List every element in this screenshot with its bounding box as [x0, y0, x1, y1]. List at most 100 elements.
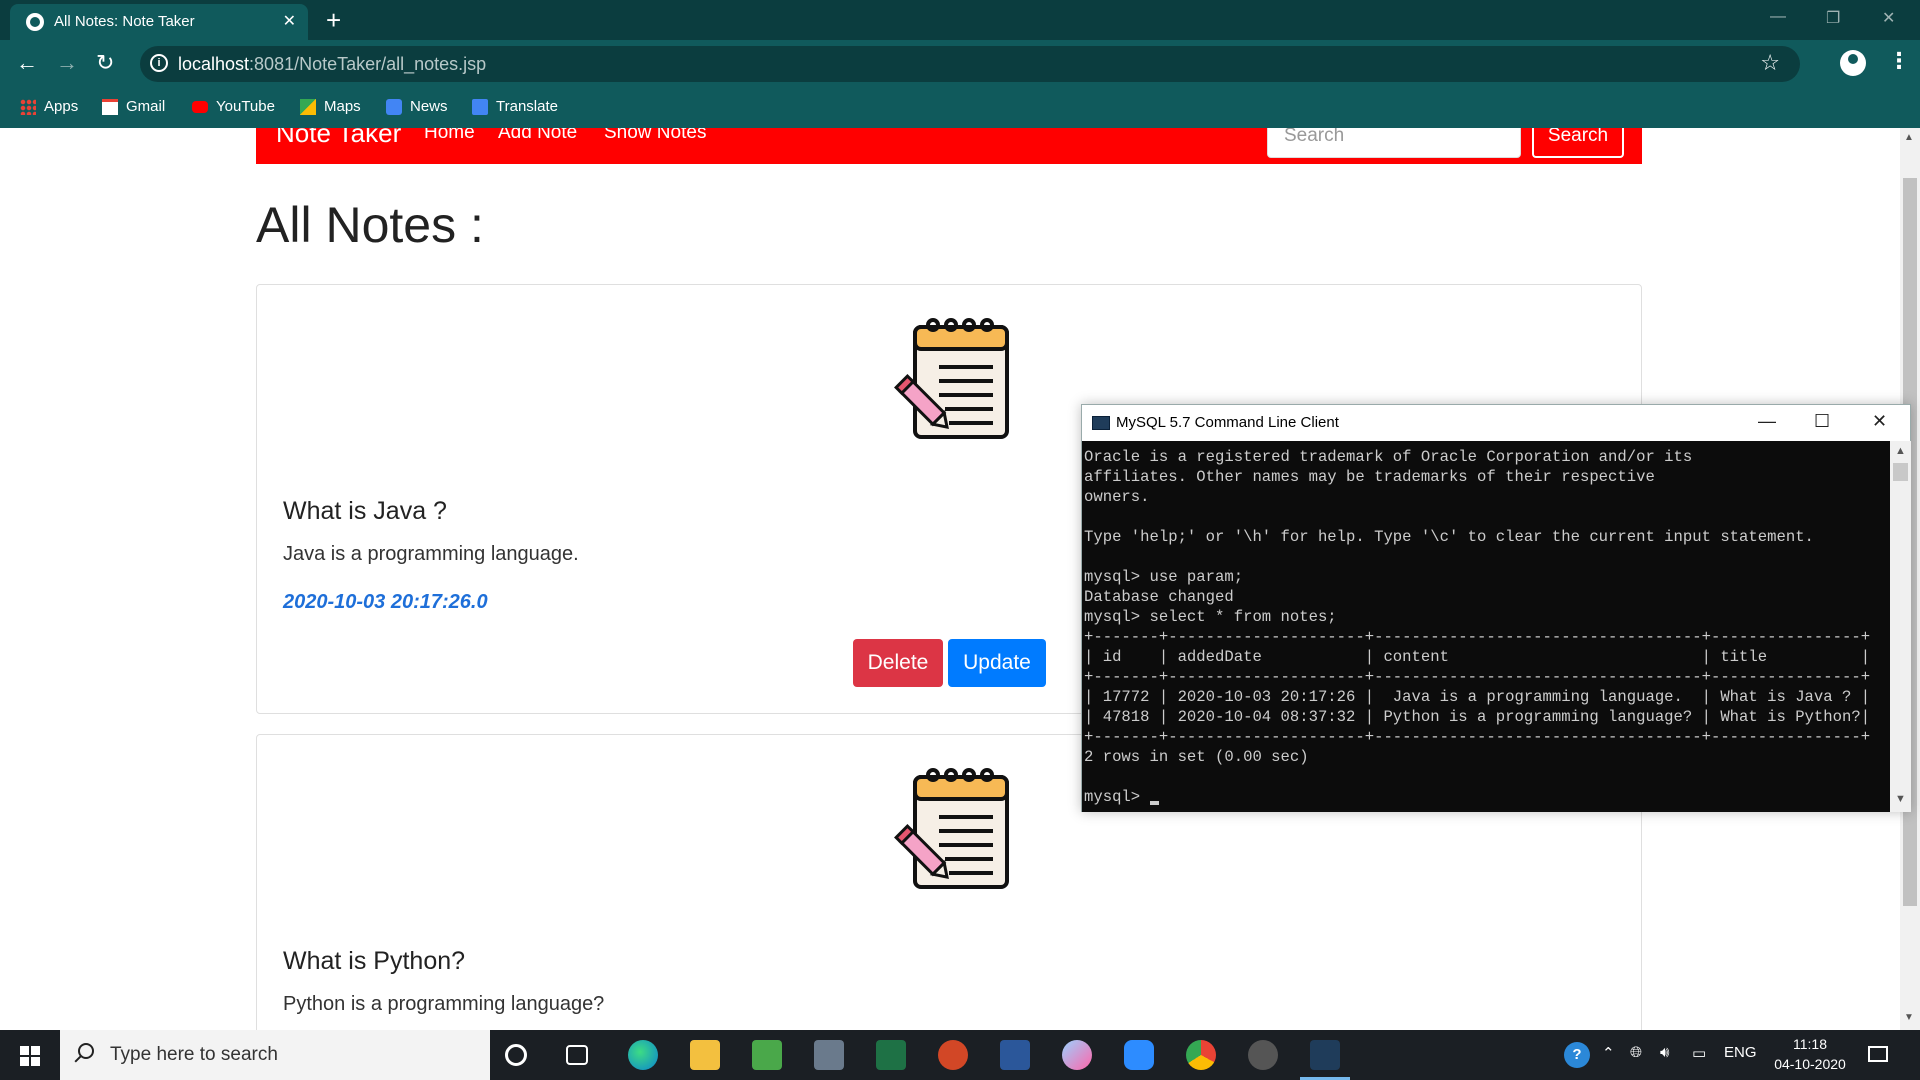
settings-gear-icon[interactable] [1248, 1040, 1278, 1070]
powerpoint-icon[interactable] [938, 1040, 968, 1070]
console-close-icon[interactable]: ✕ [1872, 411, 1887, 432]
notifications-icon[interactable] [1868, 1046, 1888, 1062]
system-clock[interactable]: 11:18 04-10-2020 [1760, 1034, 1860, 1074]
new-tab-icon[interactable]: + [326, 6, 341, 34]
bookmark-youtube[interactable]: YouTube [192, 98, 275, 115]
update-button[interactable]: Update [948, 639, 1046, 687]
bookmark-news[interactable]: News [386, 98, 448, 115]
url-host: localhost [178, 54, 250, 74]
bookmark-label: Gmail [126, 98, 166, 115]
chrome-icon[interactable] [1186, 1040, 1216, 1070]
mysql-console-window: MySQL 5.7 Command Line Client — ☐ ✕ Orac… [1081, 404, 1911, 812]
browser-menu-icon[interactable]: ⋮ [1888, 48, 1910, 74]
url-text[interactable]: localhost:8081/NoteTaker/all_notes.jsp [178, 54, 486, 75]
file-explorer-icon[interactable] [690, 1040, 720, 1070]
show-hidden-icons-icon[interactable]: ⌃ [1602, 1044, 1615, 1062]
site-info-icon[interactable]: i [150, 54, 168, 72]
notepad-icon [894, 768, 1009, 889]
note-content: Java is a programming language. [283, 543, 579, 565]
start-button[interactable] [0, 1030, 60, 1080]
bookmark-maps[interactable]: Maps [300, 98, 361, 115]
paint-icon[interactable] [1062, 1040, 1092, 1070]
delete-button[interactable]: Delete [853, 639, 943, 687]
bookmarks-bar: Apps Gmail YouTube Maps News Translate [0, 88, 1920, 128]
address-bar[interactable]: i localhost:8081/NoteTaker/all_notes.jsp… [140, 46, 1800, 82]
clock-time: 11:18 [1793, 1036, 1827, 1052]
browser-tab-strip: All Notes: Note Taker ✕ + — ❐ ✕ [0, 0, 1920, 40]
clock-date: 04-10-2020 [1774, 1056, 1846, 1072]
browser-tab[interactable]: All Notes: Note Taker ✕ [10, 4, 308, 40]
help-icon[interactable]: ? [1564, 1042, 1590, 1068]
console-scroll-thumb[interactable] [1893, 463, 1908, 481]
mysql-title-bar[interactable]: MySQL 5.7 Command Line Client — ☐ ✕ [1082, 405, 1910, 441]
search-button[interactable]: Search [1532, 128, 1624, 158]
search-input[interactable] [1268, 128, 1520, 157]
console-scroll-down-icon[interactable]: ▼ [1895, 793, 1906, 805]
console-maximize-icon[interactable]: ☐ [1814, 411, 1830, 432]
apps-grid-icon [20, 98, 36, 115]
terminal-output: Oracle is a registered trademark of Orac… [1084, 448, 1871, 806]
news-icon [386, 98, 402, 115]
scroll-up-arrow-icon[interactable]: ▲ [1904, 132, 1914, 143]
bookmark-apps[interactable]: Apps [20, 98, 78, 115]
site-navbar: Note Taker Home Add Note Show Notes Sear… [256, 128, 1642, 164]
console-scrollbar[interactable]: ▲ ▼ [1890, 441, 1911, 812]
language-indicator[interactable]: ENG [1724, 1044, 1757, 1061]
word-icon[interactable] [1000, 1040, 1030, 1070]
mysql-taskbar-icon[interactable] [1300, 1040, 1350, 1080]
bookmark-gmail[interactable]: Gmail [102, 98, 165, 115]
excel-icon[interactable] [876, 1040, 906, 1070]
notepad-icon [894, 318, 1009, 439]
mysql-terminal[interactable]: Oracle is a registered trademark of Orac… [1082, 441, 1890, 812]
terminal-cursor [1149, 801, 1159, 805]
bookmark-label: Maps [324, 98, 361, 115]
maps-icon [300, 98, 316, 115]
back-icon[interactable]: ← [16, 50, 38, 76]
taskbar-search-placeholder: Type here to search [110, 1044, 278, 1065]
window-close-icon[interactable]: ✕ [1882, 8, 1895, 28]
task-view-icon[interactable] [566, 1045, 588, 1065]
navbar-search-box [1267, 128, 1521, 158]
note-date: 2020-10-03 20:17:26.0 [283, 591, 488, 613]
note-title: What is Java ? [283, 497, 447, 525]
notepad-plus-icon[interactable] [752, 1040, 782, 1070]
network-globe-icon[interactable]: 🌐︎ [1630, 1044, 1642, 1061]
tab-close-icon[interactable]: ✕ [283, 11, 296, 31]
bookmark-translate[interactable]: Translate [472, 98, 558, 115]
windows-taskbar: Type here to search ? ⌃ 🌐︎ 🔊︎ ▭ ENG 11:1… [0, 1030, 1920, 1080]
mysql-window-title: MySQL 5.7 Command Line Client [1116, 414, 1339, 431]
reload-icon[interactable]: ↻ [96, 50, 114, 76]
nav-link-home[interactable]: Home [424, 128, 475, 144]
forward-icon[interactable]: → [56, 50, 78, 76]
url-path: :8081/NoteTaker/all_notes.jsp [249, 54, 487, 74]
bookmark-star-icon[interactable]: ☆ [1760, 50, 1780, 76]
battery-icon[interactable]: ▭ [1692, 1044, 1706, 1062]
gmail-icon [102, 98, 118, 115]
tab-title: All Notes: Note Taker [54, 13, 195, 30]
edge-icon[interactable] [628, 1040, 658, 1070]
mysql-console-icon [1092, 416, 1110, 430]
window-minimize-icon[interactable]: — [1770, 8, 1786, 26]
console-minimize-icon[interactable]: — [1758, 411, 1776, 432]
translate-icon [472, 98, 488, 115]
search-icon [78, 1043, 94, 1059]
cortana-icon[interactable] [505, 1044, 527, 1066]
profile-avatar-icon[interactable] [1840, 50, 1866, 76]
youtube-icon [192, 100, 208, 113]
app-window-icon[interactable] [814, 1040, 844, 1070]
taskbar-search-box[interactable]: Type here to search [60, 1030, 490, 1080]
console-scroll-up-icon[interactable]: ▲ [1895, 445, 1906, 457]
nav-link-show-notes[interactable]: Show Notes [604, 128, 706, 144]
page-favicon-icon [26, 13, 44, 31]
window-restore-icon[interactable]: ❐ [1826, 8, 1840, 28]
navbar-brand[interactable]: Note Taker [276, 128, 401, 149]
scroll-down-arrow-icon[interactable]: ▼ [1904, 1012, 1914, 1023]
volume-icon[interactable]: 🔊︎ [1660, 1044, 1669, 1061]
bookmark-label: YouTube [216, 98, 275, 115]
nav-link-add-note[interactable]: Add Note [498, 128, 577, 144]
windows-logo-icon [20, 1046, 40, 1066]
browser-toolbar: ← → ↻ i localhost:8081/NoteTaker/all_not… [0, 40, 1920, 88]
page-title: All Notes : [256, 197, 484, 253]
note-title: What is Python? [283, 947, 466, 975]
zoom-icon[interactable] [1124, 1040, 1154, 1070]
